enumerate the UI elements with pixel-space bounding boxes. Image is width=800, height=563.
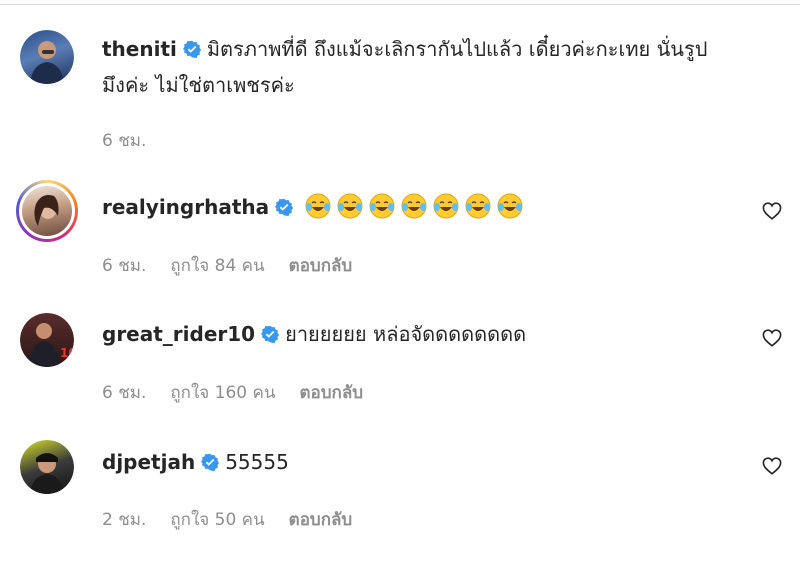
verified-badge-icon xyxy=(182,40,201,58)
comment-time[interactable]: 6 ชม. xyxy=(102,256,146,276)
emoji-row xyxy=(299,193,529,219)
verified-badge-icon xyxy=(261,325,280,343)
comment-time[interactable]: 2 ชม. xyxy=(102,510,146,530)
reply-button[interactable]: ตอบกลับ xyxy=(289,256,353,276)
likes-count[interactable]: ถูกใจ 84 คน xyxy=(170,256,264,276)
divider xyxy=(0,4,800,5)
username[interactable]: djpetjah xyxy=(102,450,195,474)
comment-text: มิตรภาพที่ดี ถึงแม้จะเลิกรากันไปแล้ว เดี… xyxy=(206,37,708,61)
username[interactable]: great_rider10 xyxy=(102,322,255,346)
likes-count[interactable]: ถูกใจ 50 คน xyxy=(170,510,264,530)
comment-text-continued: มึงค่ะ ไม่ใช่ตาเพชรค่ะ xyxy=(102,73,295,97)
comment-text: ยายยยยย หล่อจัดดดดดดดด xyxy=(285,322,527,346)
comment-time[interactable]: 6 ชม. xyxy=(102,383,146,403)
comment-meta: 2 ชม. ถูกใจ 50 คน ตอบกลับ xyxy=(102,506,376,533)
face-with-tears-of-joy-icon xyxy=(497,193,523,219)
avatar[interactable] xyxy=(20,30,74,84)
verified-badge-icon xyxy=(201,453,220,471)
comment-meta: 6 ชม. ถูกใจ 160 คน ตอบกลับ xyxy=(102,379,387,406)
heart-icon[interactable] xyxy=(762,329,782,347)
avatar[interactable] xyxy=(16,180,78,242)
face-with-tears-of-joy-icon xyxy=(369,193,395,219)
username[interactable]: realyingrhatha xyxy=(102,195,269,219)
face-with-tears-of-joy-icon xyxy=(305,193,331,219)
face-with-tears-of-joy-icon xyxy=(401,193,427,219)
heart-icon[interactable] xyxy=(762,457,782,475)
avatar[interactable]: 10 xyxy=(20,313,74,367)
reply-button[interactable]: ตอบกลับ xyxy=(299,383,363,403)
verified-badge-icon xyxy=(275,198,294,216)
comment-meta: 6 ชม. xyxy=(102,127,170,154)
face-with-tears-of-joy-icon xyxy=(433,193,459,219)
username[interactable]: theniti xyxy=(102,37,177,61)
face-with-tears-of-joy-icon xyxy=(337,193,363,219)
face-with-tears-of-joy-icon xyxy=(465,193,491,219)
reply-button[interactable]: ตอบกลับ xyxy=(289,510,353,530)
comment-text: 55555 xyxy=(225,450,289,474)
heart-icon[interactable] xyxy=(762,202,782,220)
likes-count[interactable]: ถูกใจ 160 คน xyxy=(170,383,275,403)
comment-meta: 6 ชม. ถูกใจ 84 คน ตอบกลับ xyxy=(102,252,376,279)
avatar[interactable] xyxy=(20,440,74,494)
svg-text:10: 10 xyxy=(60,346,74,360)
comment-time[interactable]: 6 ชม. xyxy=(102,131,146,151)
